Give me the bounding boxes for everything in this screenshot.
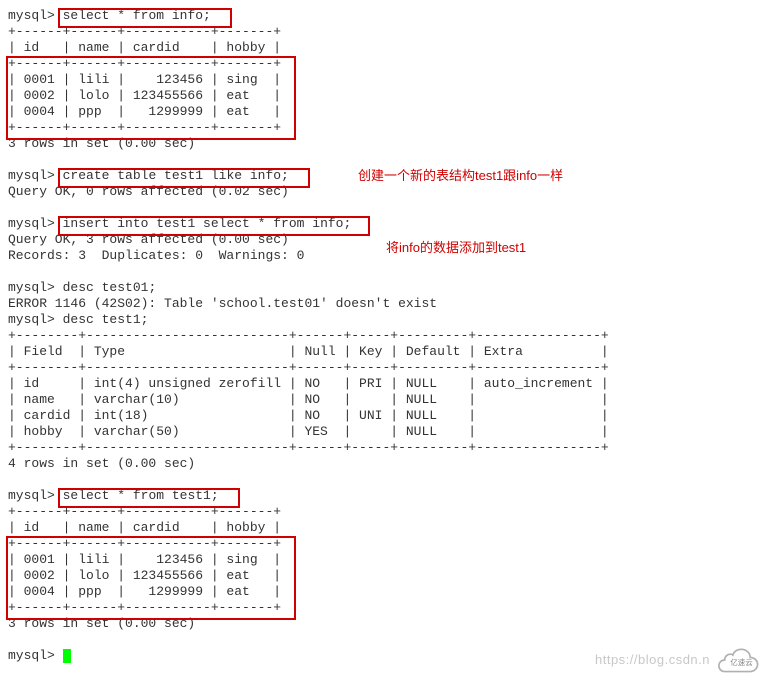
prompt: mysql> [8,312,55,327]
sql-stmt: select * from test1; [63,488,219,503]
sql-stmt: desc test01; [63,280,157,295]
cursor-icon [63,649,71,663]
watermark-text: https://blog.csdn.n [595,652,710,668]
prompt: mysql> [8,280,55,295]
status-text: 4 rows in set (0.00 sec) [8,456,195,471]
prompt: mysql> [8,8,55,23]
sql-stmt: create table test1 like info; [63,168,289,183]
table-row: | 0001 | lili | 123456 | sing | [8,72,281,87]
prompt: mysql> [8,648,55,663]
prompt: mysql> [8,216,55,231]
table-row: | 0002 | lolo | 123455566 | eat | [8,568,281,583]
sql-stmt: insert into test1 select * from info; [63,216,352,231]
sql-stmt: desc test1; [63,312,149,327]
cloud-logo-icon: 亿速云 [712,646,762,674]
table-row: | id | int(4) unsigned zerofill | NO | P… [8,376,609,391]
prompt: mysql> [8,488,55,503]
table-row: | hobby | varchar(50) | YES | | NULL | | [8,424,609,439]
annotation-text: 创建一个新的表结构test1跟info一样 [358,168,563,184]
table-row: | 0004 | ppp | 1299999 | eat | [8,584,281,599]
prompt: mysql> [8,168,55,183]
status-text: 3 rows in set (0.00 sec) [8,136,195,151]
sql-stmt: select * from info; [63,8,211,23]
svg-text:亿速云: 亿速云 [730,657,752,667]
annotation-text: 将info的数据添加到test1 [386,240,526,256]
status-text: Records: 3 Duplicates: 0 Warnings: 0 [8,248,304,263]
table-row: | 0001 | lili | 123456 | sing | [8,552,281,567]
table-row: | 0004 | ppp | 1299999 | eat | [8,104,281,119]
status-text: Query OK, 0 rows affected (0.02 sec) [8,184,289,199]
terminal-output: mysql> select * from info; +------+-----… [8,8,762,664]
error-text: ERROR 1146 (42S02): Table 'school.test01… [8,296,437,311]
table-row: | 0002 | lolo | 123455566 | eat | [8,88,281,103]
status-text: 3 rows in set (0.00 sec) [8,616,195,631]
status-text: Query OK, 3 rows affected (0.00 sec) [8,232,289,247]
table-row: | cardid | int(18) | NO | UNI | NULL | | [8,408,609,423]
table-row: | name | varchar(10) | NO | | NULL | | [8,392,609,407]
